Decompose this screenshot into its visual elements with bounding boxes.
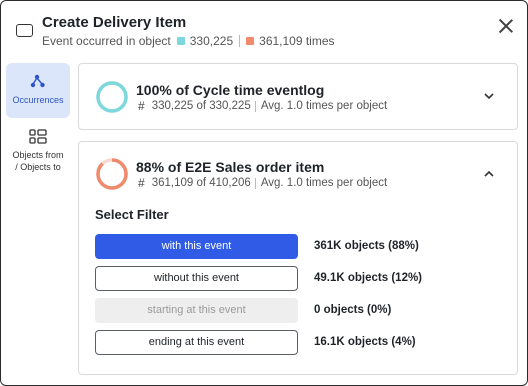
sidebar-item-label: Occurrences [12,95,64,105]
count-b-swatch-icon [246,37,255,45]
filter-with-event-button[interactable]: with this event [95,234,298,259]
hash-icon: # [138,99,145,113]
filter-without-event-button[interactable]: without this event [95,266,298,291]
filter-count: 49.1K objects (12%) [314,272,423,284]
card-avg: Avg. 1.0 times per object [260,100,388,112]
percent-ring-icon [96,81,128,113]
filter-starting-event-button: starting at this event [95,298,298,323]
object-card-sales-order: 88% of E2E Sales order item # 361,109 of… [78,141,518,375]
graph-nodes-icon [30,74,45,88]
object-card-cycle-time[interactable]: 100% of Cycle time eventlog # 330,225 of… [78,63,518,130]
card-subtitle: # 361,109 of 410,206 Avg. 1.0 times per … [138,176,387,190]
sidebar-item-label-line1: Objects from [12,150,64,160]
chevron-up-icon[interactable] [483,168,495,180]
sidebar-item-occurrences[interactable]: Occurrences [6,63,70,118]
dialog-title: Create Delivery Item [42,14,187,31]
event-icon [16,24,33,37]
close-icon[interactable] [498,18,514,34]
dialog-window: Create Delivery Item Event occurred in o… [0,0,528,386]
divider [239,35,241,47]
filter-count: 361K objects (88%) [314,240,419,252]
filter-ending-event-button[interactable]: ending at this event [95,330,298,355]
hash-icon: # [138,176,145,190]
card-title: 100% of Cycle time eventlog [136,82,325,98]
count-b: 361,109 times [259,34,335,48]
divider [254,100,256,112]
sidebar-item-label-line2: / Objects to [15,162,61,172]
card-avg: Avg. 1.0 times per object [260,177,388,189]
select-filter-label: Select Filter [95,207,169,222]
sidebar-item-objects[interactable]: Objects from / Objects to [6,125,70,177]
chevron-down-icon[interactable] [483,90,495,102]
card-subtitle: # 330,225 of 330,225 Avg. 1.0 times per … [138,99,387,113]
card-stat: 330,225 of 330,225 [151,100,251,112]
card-title: 88% of E2E Sales order item [136,159,325,175]
subtitle-prefix: Event occurred in object [42,34,171,48]
count-a-swatch-icon [176,37,185,45]
count-a: 330,225 [189,34,234,48]
dialog-subtitle: Event occurred in object 330,225 361,109… [42,34,335,48]
object-list-icon [29,129,47,144]
divider [254,177,256,189]
filter-count: 0 objects (0%) [314,304,392,316]
percent-ring-icon [96,158,128,190]
card-stat: 361,109 of 410,206 [151,177,251,189]
filter-count: 16.1K objects (4%) [314,336,416,348]
